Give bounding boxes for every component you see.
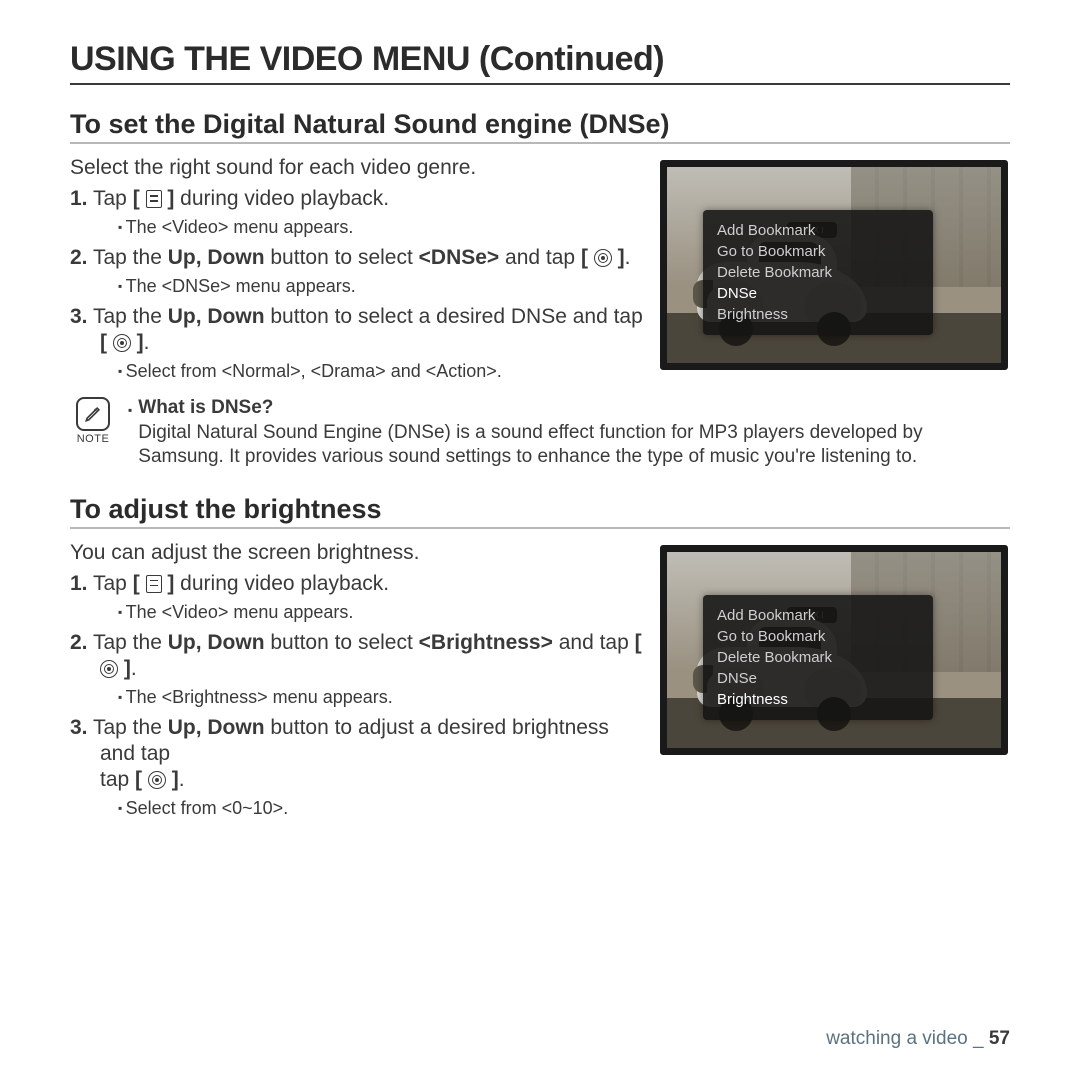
s2-step2-a: Tap the [93, 631, 168, 654]
select-icon [100, 660, 118, 678]
section2-step1: 1. Tap [ ] during video playback. [70, 571, 646, 597]
section1-step1: 1. Tap [ ] during video playback. [70, 186, 646, 212]
menu-item: Go to Bookmark [717, 626, 919, 647]
device-screenshot-dnse: TAXI Add Bookmark Go to Bookmark Delete … [660, 160, 1008, 370]
section2-steps: 1. Tap [ ] during video playback. The <V… [70, 571, 646, 820]
note-icon [76, 397, 110, 431]
s1-step2-c: button to select [265, 246, 419, 269]
s1-step2-b: Up, Down [168, 246, 265, 269]
s1-step2-a: Tap the [93, 246, 168, 269]
footer-text: watching a video _ [826, 1028, 989, 1049]
select-icon [594, 249, 612, 267]
note-icon-wrap: NOTE [70, 397, 116, 445]
section2-row: You can adjust the screen brightness. 1.… [70, 541, 1010, 826]
s2-step1-a: Tap [93, 572, 133, 595]
note-title: What is DNSe? [138, 397, 1010, 419]
menu-item: DNSe [717, 668, 919, 689]
s2-step2-c: button to select [265, 631, 419, 654]
device-screenshot-brightness: TAXI Add Bookmark Go to Bookmark Delete … [660, 545, 1008, 755]
footer-page: 57 [989, 1028, 1010, 1049]
s1-step2-sub: The <DNSe> menu appears. [118, 275, 646, 298]
section2-figure-column: TAXI Add Bookmark Go to Bookmark Delete … [660, 541, 1010, 767]
note-body: ▪ What is DNSe? Digital Natural Sound En… [128, 397, 1010, 470]
section2-text-column: You can adjust the screen brightness. 1.… [70, 541, 646, 826]
s2-step2-e: and tap [553, 631, 635, 654]
s2-step2-d: <Brightness> [419, 631, 553, 654]
select-icon [148, 771, 166, 789]
page-title: USING THE VIDEO MENU (Continued) [70, 40, 1010, 85]
s2-step3-sub: Select from <0~10>. [118, 797, 646, 820]
menu-item: Add Bookmark [717, 220, 919, 241]
s1-step1-sub: The <Video> menu appears. [118, 216, 646, 239]
note-label: NOTE [70, 433, 116, 445]
s1-step3-a: Tap the [93, 305, 168, 328]
menu-icon [146, 575, 162, 593]
s1-step2-d: <DNSe> [419, 246, 500, 269]
s1-step1-b: during video playback. [174, 187, 389, 210]
section2-heading: To adjust the brightness [70, 494, 1010, 529]
section2-intro: You can adjust the screen brightness. [70, 541, 646, 565]
select-icon [113, 334, 131, 352]
s1-step3-b: Up, Down [168, 305, 265, 328]
s2-step1-sub: The <Video> menu appears. [118, 601, 646, 624]
menu-item-highlighted: DNSe [717, 283, 919, 304]
menu-item-highlighted: Brightness [717, 689, 919, 710]
s1-step3-c: button to select a desired DNSe and tap [265, 305, 643, 328]
pencil-icon [83, 404, 103, 424]
s1-step3-sub: Select from <Normal>, <Drama> and <Actio… [118, 360, 646, 383]
note-block: NOTE ▪ What is DNSe? Digital Natural Sou… [70, 397, 1010, 470]
s1-step2-e: and tap [499, 246, 581, 269]
video-menu-overlay: Add Bookmark Go to Bookmark Delete Bookm… [703, 595, 933, 720]
s2-step2-sub: The <Brightness> menu appears. [118, 686, 646, 709]
s2-step2-b: Up, Down [168, 631, 265, 654]
menu-item: Delete Bookmark [717, 262, 919, 283]
section1-row: Select the right sound for each video ge… [70, 156, 1010, 389]
note-text: Digital Natural Sound Engine (DNSe) is a… [138, 421, 1010, 470]
menu-item: Delete Bookmark [717, 647, 919, 668]
section1-intro: Select the right sound for each video ge… [70, 156, 646, 180]
page-footer: watching a video _ 57 [826, 1028, 1010, 1050]
menu-item: Go to Bookmark [717, 241, 919, 262]
section1-steps: 1. Tap [ ] during video playback. The <V… [70, 186, 646, 383]
section2-step3: 3. Tap the Up, Down button to adjust a d… [70, 715, 646, 794]
video-menu-overlay: Add Bookmark Go to Bookmark Delete Bookm… [703, 210, 933, 335]
section1-text-column: Select the right sound for each video ge… [70, 156, 646, 389]
s2-step3-b: Up, Down [168, 716, 265, 739]
section2-step2: 2. Tap the Up, Down button to select <Br… [70, 630, 646, 683]
section1-figure-column: TAXI Add Bookmark Go to Bookmark Delete … [660, 156, 1010, 382]
section1-step2: 2. Tap the Up, Down button to select <DN… [70, 245, 646, 271]
section1-heading: To set the Digital Natural Sound engine … [70, 109, 1010, 144]
menu-icon [146, 190, 162, 208]
section1-step3: 3. Tap the Up, Down button to select a d… [70, 304, 646, 357]
s2-step1-b: during video playback. [174, 572, 389, 595]
s2-step3-a: Tap the [93, 716, 168, 739]
menu-item: Brightness [717, 304, 919, 325]
s1-step1-a: Tap [93, 187, 133, 210]
menu-item: Add Bookmark [717, 605, 919, 626]
